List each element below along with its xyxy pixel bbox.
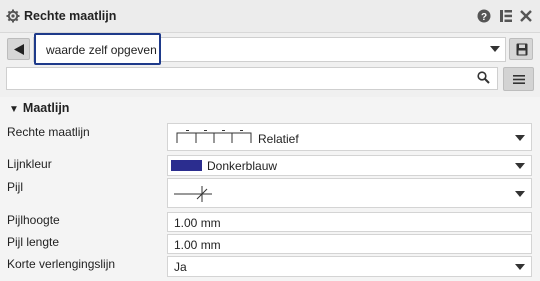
label-pijl: Pijl xyxy=(7,180,24,194)
list-icon xyxy=(513,75,525,84)
label-lijnkleur: Lijnkleur xyxy=(7,157,52,171)
preset-value-highlight[interactable]: waarde zelf opgeven xyxy=(34,33,161,65)
triangle-left-icon xyxy=(14,44,24,55)
line-color-value: Donkerblauw xyxy=(207,159,278,173)
arrow-height-input[interactable]: 1.00 mm xyxy=(167,212,532,232)
title-bar: Rechte maatlijn ? xyxy=(0,0,540,33)
label-pijlhoogte: Pijlhoogte xyxy=(7,213,60,227)
svg-text:?: ? xyxy=(481,12,487,23)
short-extension-select[interactable]: Ja xyxy=(167,256,532,277)
gear-icon[interactable] xyxy=(6,9,20,23)
label-korte-verlengingslijn: Korte verlengingslijn xyxy=(7,257,116,271)
preset-value: waarde zelf opgeven xyxy=(46,43,157,57)
arrow-tick-preview-icon xyxy=(174,186,212,202)
section-title: Maatlijn xyxy=(22,101,70,115)
line-color-select[interactable]: Donkerblauw xyxy=(167,155,532,176)
dimension-style-value: Relatief xyxy=(258,132,299,146)
chevron-down-icon[interactable] xyxy=(515,191,525,198)
short-extension-value: Ja xyxy=(174,260,187,274)
caret-down-icon[interactable]: ▼ xyxy=(9,104,19,115)
arrow-style-select[interactable] xyxy=(167,178,532,208)
search-icon[interactable] xyxy=(477,71,490,84)
help-icon[interactable]: ? xyxy=(477,9,491,23)
chevron-down-icon[interactable] xyxy=(490,46,500,53)
list-menu-button[interactable] xyxy=(503,67,534,91)
dimension-preview-icon xyxy=(176,130,252,143)
back-button[interactable] xyxy=(7,38,30,60)
close-icon[interactable] xyxy=(519,9,533,23)
section-header-maatlijn[interactable]: ▼ Maatlijn xyxy=(9,101,69,115)
dimension-style-select[interactable]: Relatief xyxy=(167,123,532,151)
chevron-down-icon[interactable] xyxy=(515,163,525,170)
dock-icon[interactable] xyxy=(499,9,513,23)
color-swatch xyxy=(171,160,202,171)
panel-title: Rechte maatlijn xyxy=(24,9,117,23)
label-pijl-lengte: Pijl lengte xyxy=(7,235,60,249)
search-input[interactable] xyxy=(6,67,498,90)
arrow-length-value: 1.00 mm xyxy=(174,238,221,252)
arrow-height-value: 1.00 mm xyxy=(174,216,221,230)
save-button[interactable] xyxy=(509,38,533,60)
label-rechte-maatlijn: Rechte maatlijn xyxy=(7,125,90,139)
arrow-length-input[interactable]: 1.00 mm xyxy=(167,234,532,254)
save-icon xyxy=(516,43,528,56)
chevron-down-icon[interactable] xyxy=(515,264,525,271)
chevron-down-icon[interactable] xyxy=(515,135,525,142)
